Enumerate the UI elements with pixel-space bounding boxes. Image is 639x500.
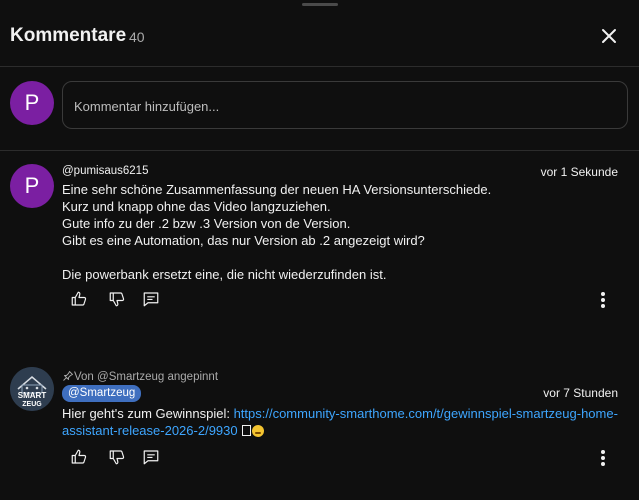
comment-line: Kurz und knapp ohne das Video langzuzieh… — [62, 199, 331, 214]
like-icon[interactable] — [70, 290, 88, 308]
missing-glyph-icon — [242, 425, 252, 436]
comment-timestamp: vor 1 Sekunde — [540, 165, 618, 179]
pinned-label: Von @Smartzeug angepinnt — [62, 370, 218, 383]
comment-author[interactable]: @pumisaus6215 — [62, 165, 148, 177]
pin-icon — [63, 371, 73, 381]
comments-header: Kommentare 40 — [0, 0, 639, 67]
comment-count: 40 — [129, 29, 145, 45]
comment-line: Die powerbank ersetzt eine, die nicht wi… — [62, 267, 387, 282]
comment-author[interactable]: @Smartzeug — [62, 385, 142, 402]
comment-line: Gute info zu der .2 bzw .3 Version von d… — [62, 216, 351, 231]
like-icon[interactable] — [70, 448, 88, 466]
comment-text: Hier geht's zum Gewinnspiel: https://com… — [62, 405, 622, 439]
comment-link[interactable]: https://community-smarthome.com/t/gewinn… — [234, 406, 618, 421]
comment-input[interactable] — [72, 82, 616, 130]
smartzeug-logo-icon: SMART ZEUG — [10, 367, 54, 411]
party-face-emoji-icon — [252, 425, 265, 437]
svg-text:SMART: SMART — [18, 391, 47, 400]
close-icon[interactable] — [597, 24, 621, 48]
comment-blank-line — [62, 249, 622, 266]
dislike-icon[interactable] — [108, 290, 126, 308]
comment-line: Gibt es eine Automation, das nur Version… — [62, 233, 425, 248]
dislike-icon[interactable] — [108, 448, 126, 466]
svg-text:ZEUG: ZEUG — [22, 401, 42, 408]
more-options-icon[interactable] — [595, 290, 611, 310]
comment-line: assistant-release-2026-2/9930 — [62, 422, 622, 439]
comment-line: Hier geht's zum Gewinnspiel: https://com… — [62, 405, 622, 422]
pinned-label-text: Von @Smartzeug angepinnt — [74, 371, 219, 383]
avatar: P — [10, 81, 54, 125]
reply-icon[interactable] — [142, 448, 160, 466]
comment-link-continued[interactable]: assistant-release-2026-2/9930 — [62, 423, 238, 438]
more-options-icon[interactable] — [595, 448, 611, 468]
avatar[interactable]: P — [10, 164, 54, 208]
comment-line: Eine sehr schöne Zusammenfassung der neu… — [62, 182, 492, 197]
page-title: Kommentare — [10, 25, 127, 46]
avatar[interactable]: SMART ZEUG — [10, 367, 54, 411]
comment-text-prefix: Hier geht's zum Gewinnspiel: — [62, 406, 234, 421]
comment-timestamp: vor 7 Stunden — [543, 386, 618, 400]
comment-composer: P — [0, 67, 639, 151]
comment-input-wrapper[interactable] — [62, 81, 628, 130]
reply-icon[interactable] — [142, 290, 160, 308]
comment-text: Eine sehr schöne Zusammenfassung der neu… — [62, 181, 622, 283]
